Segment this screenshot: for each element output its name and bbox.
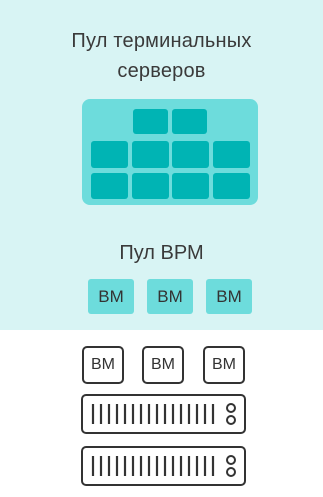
server-cell: [213, 141, 250, 168]
server-cell: [132, 141, 169, 168]
host-vm-box: ВМ: [142, 346, 184, 384]
pool-title-line1: Пул терминальных: [71, 30, 252, 52]
pool-title-line2: серверов: [117, 60, 206, 82]
server-rack-icon: [81, 394, 246, 434]
terminal-server-pool-title: Пул терминальных серверов: [30, 26, 293, 86]
host-vm-box: ВМ: [82, 346, 124, 384]
server-cell: [172, 109, 207, 134]
server-cell: [91, 141, 128, 168]
server-cell: [172, 173, 209, 199]
terminal-server-grid-icon: [82, 99, 258, 205]
vdi-vm-chip: ВМ: [206, 279, 252, 314]
host-vm-box: ВМ: [203, 346, 245, 384]
vdi-pool-title: Пул ВРМ: [119, 242, 204, 264]
server-rack-icon: [81, 446, 246, 486]
vdi-vm-chip: ВМ: [88, 279, 134, 314]
vdi-vm-chip: ВМ: [147, 279, 193, 314]
server-cell: [213, 173, 250, 199]
server-cell: [91, 173, 128, 199]
diagram-canvas: Пул терминальных серверов Пул ВРМ ВМ ВМ …: [0, 0, 323, 497]
server-cell: [132, 173, 169, 199]
server-cell: [172, 141, 209, 168]
server-cell: [133, 109, 168, 134]
